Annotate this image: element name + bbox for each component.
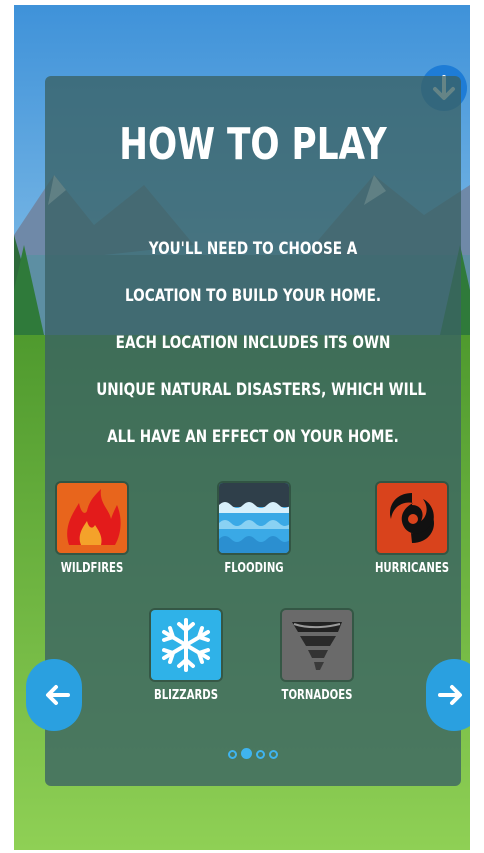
disaster-tornadoes[interactable]: TORNADOES [262,610,372,703]
water-waves-icon [219,483,289,553]
arrow-left-icon [46,685,70,705]
arrow-right-icon [438,685,462,705]
disaster-label: BLIZZARDS [153,688,219,703]
disaster-label: TORNADOES [281,688,353,703]
instruction-line: EACH LOCATION INCLUDES ITS OWN [115,333,391,353]
next-button[interactable] [426,659,470,731]
page-dot-active[interactable] [241,748,252,759]
page-dot[interactable] [228,750,237,759]
disaster-flooding[interactable]: FLOODING [199,483,309,576]
instruction-line: YOU'LL NEED TO CHOOSE A [148,239,358,259]
page-dot[interactable] [256,750,265,759]
page-dot[interactable] [269,750,278,759]
disaster-label: WILDFIRES [60,561,124,576]
game-screen: HOW TO PLAY YOU'LL NEED TO CHOOSE A LOCA… [14,5,470,850]
flame-icon [57,483,127,553]
instruction-line: LOCATION TO BUILD YOUR HOME. [124,286,382,306]
prev-button[interactable] [26,659,82,731]
disaster-label: HURRICANES [374,561,450,576]
instruction-line: ALL HAVE AN EFFECT ON YOUR HOME. [107,427,399,447]
page-title: HOW TO PLAY [119,119,387,170]
how-to-play-card: HOW TO PLAY YOU'LL NEED TO CHOOSE A LOCA… [45,76,461,786]
page-indicator [45,746,461,764]
snowflake-icon [151,610,221,680]
instructions-text: YOU'LL NEED TO CHOOSE A LOCATION TO BUIL… [96,226,427,461]
disaster-wildfires[interactable]: WILDFIRES [37,483,147,576]
disaster-blizzards[interactable]: BLIZZARDS [131,610,241,703]
disaster-label: FLOODING [224,561,284,576]
disaster-hurricanes[interactable]: HURRICANES [357,483,467,576]
tornado-icon [282,610,352,680]
instruction-line: UNIQUE NATURAL DISASTERS, WHICH WILL [96,380,427,400]
hurricane-icon [377,483,447,553]
